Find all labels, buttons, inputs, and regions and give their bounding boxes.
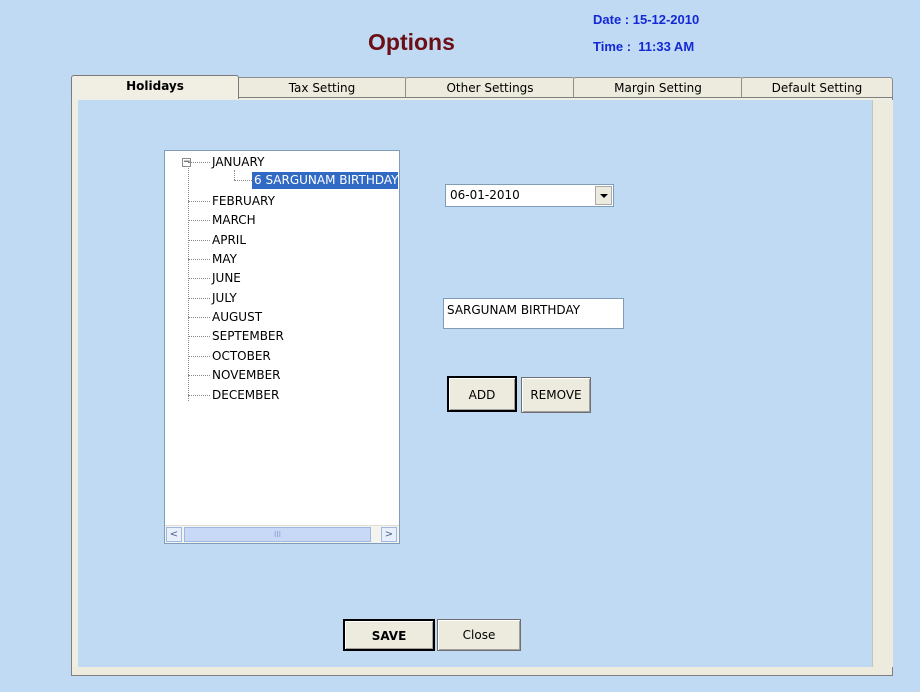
tree-item-may[interactable]: MAY [188,250,237,269]
tree-item-label: JANUARY [212,155,265,169]
tab-other-settings[interactable]: Other Settings [405,77,575,97]
tree-item-september[interactable]: SEPTEMBER [188,327,284,346]
holiday-date-dropdown[interactable]: 06-01-2010 [445,184,614,207]
tree-item-label: APRIL [212,233,247,247]
tree-item-january[interactable]: JANUARY [188,153,264,172]
tree-item-march[interactable]: MARCH [188,211,256,230]
tree-item-april[interactable]: APRIL [188,231,246,250]
tree-item-october[interactable]: OCTOBER [188,347,271,366]
page-title: Options [368,29,455,55]
horizontal-scrollbar[interactable]: < III > [165,525,399,543]
tree-item-june[interactable]: JUNE [188,269,241,288]
holiday-date-value: 06-01-2010 [450,188,520,202]
tree-item-july[interactable]: JULY [188,289,237,308]
time-label: Time : 11:33 AM [593,39,695,54]
tree-item-november[interactable]: NOVEMBER [188,366,281,385]
tree-item-label: 6 SARGUNAM BIRTHDAY [252,172,398,189]
scroll-left-icon[interactable]: < [166,527,182,542]
holiday-description-field[interactable]: SARGUNAM BIRTHDAY [443,298,624,329]
tree-item-label: NOVEMBER [212,368,281,382]
tab-margin-setting[interactable]: Margin Setting [573,77,743,97]
save-button-label: SAVE [371,629,407,643]
tree-item-august[interactable]: AUGUST [188,308,262,327]
date-label: Date : 15-12-2010 [593,12,700,27]
close-button[interactable]: Close [437,619,521,651]
holiday-tree[interactable]: − JANUARY 6 SARGUNAM BIRTHDAY FEBRUARY M… [164,150,400,544]
add-button-label: ADD [468,388,496,402]
tree-item-label: AUGUST [212,310,263,324]
tab-default-setting[interactable]: Default Setting [741,77,893,97]
close-button-label: Close [462,628,496,642]
panel-bottom-border [72,667,892,675]
tree-item-label: MAY [212,252,237,266]
tree-item-label: FEBRUARY [212,194,275,208]
tree-item-label: SEPTEMBER [212,329,284,343]
panel-right-border [872,100,893,667]
chevron-down-icon[interactable] [595,186,612,205]
remove-button-label: REMOVE [530,388,582,402]
tree-item-label: JULY [212,291,237,305]
add-button[interactable]: ADD [447,376,517,412]
tree-item-december[interactable]: DECEMBER [188,386,279,405]
scroll-thumb[interactable]: III [184,527,371,542]
tree-item-label: MARCH [212,213,256,227]
tree-item-selected-holiday[interactable]: 6 SARGUNAM BIRTHDAY [234,172,398,189]
tree-item-label: JUNE [212,271,241,285]
scroll-right-icon[interactable]: > [381,527,397,542]
tree-item-label: OCTOBER [212,349,271,363]
tab-tax-setting[interactable]: Tax Setting [237,77,407,97]
tab-holidays[interactable]: Holidays [71,75,239,99]
save-button[interactable]: SAVE [343,619,435,651]
tree-item-label: DECEMBER [212,388,280,402]
remove-button[interactable]: REMOVE [521,377,591,413]
tab-strip: Holidays Tax Setting Other Settings Marg… [71,75,893,99]
tree-item-february[interactable]: FEBRUARY [188,192,275,211]
